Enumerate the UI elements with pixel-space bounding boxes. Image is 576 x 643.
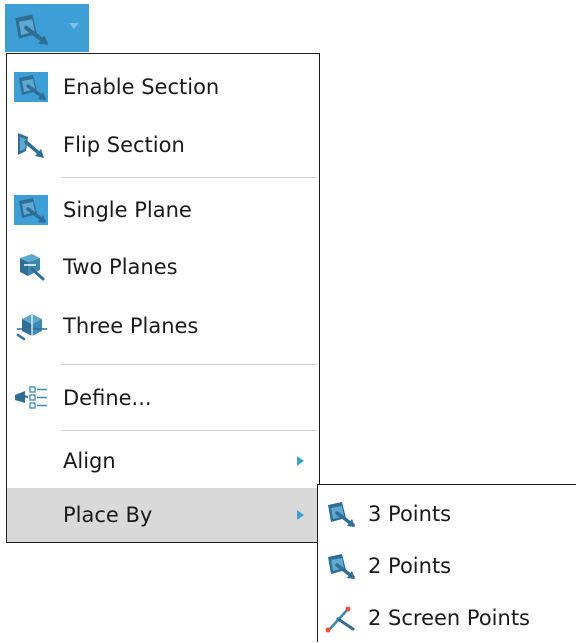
- submenu-item-label: 3 Points: [368, 502, 452, 526]
- menu-separator: [62, 177, 317, 178]
- two-planes-icon: [20, 254, 45, 281]
- menu-separator: [62, 430, 317, 431]
- menu-item-label: Enable Section: [63, 75, 220, 99]
- menu-item-label: Place By: [63, 503, 153, 527]
- submenu-arrow-icon: [297, 456, 304, 466]
- menu-item-label: Single Plane: [63, 198, 192, 222]
- submenu-arrow-icon: [297, 510, 304, 520]
- submenu-item-2-screen-points[interactable]: 2 Screen Points: [318, 593, 576, 643]
- menu-separator: [62, 364, 317, 365]
- menu-item-two-planes[interactable]: Two Planes: [7, 238, 319, 296]
- menu-item-label: Align: [63, 449, 116, 473]
- submenu-item-label: 2 Screen Points: [368, 606, 530, 630]
- menu-item-place-by[interactable]: Place By: [7, 488, 319, 542]
- two-points-icon: [326, 552, 357, 581]
- menu-item-three-planes[interactable]: Three Planes: [7, 296, 319, 358]
- section-plane-icon: [11, 12, 51, 46]
- menu-item-define[interactable]: Define...: [7, 367, 319, 429]
- menu-item-single-plane[interactable]: Single Plane: [7, 180, 319, 238]
- define-icon: [15, 386, 47, 409]
- menu-item-label: Three Planes: [63, 314, 199, 338]
- submenu-item-3-points[interactable]: 3 Points: [318, 489, 576, 539]
- menu-item-label: Flip Section: [63, 133, 185, 157]
- submenu-item-2-points[interactable]: 2 Points: [318, 541, 576, 591]
- submenu-item-label: 2 Points: [368, 554, 452, 578]
- enable-section-icon: [14, 72, 48, 102]
- place-by-submenu: 3 Points 2 Points 2 Screen Points: [317, 484, 576, 642]
- three-points-icon: [326, 500, 357, 529]
- menu-item-align[interactable]: Align: [7, 434, 319, 488]
- menu-item-flip-section[interactable]: Flip Section: [7, 118, 319, 174]
- two-screen-points-icon: [325, 606, 355, 633]
- three-planes-icon: [16, 312, 47, 341]
- menu-item-enable-section[interactable]: Enable Section: [7, 56, 319, 118]
- single-plane-icon: [14, 195, 48, 225]
- section-menu: Enable Section Flip Section Single Plane…: [6, 53, 320, 543]
- dropdown-arrow-icon[interactable]: [69, 22, 79, 30]
- section-toolbar-button[interactable]: [5, 4, 89, 52]
- menu-item-label: Two Planes: [63, 255, 178, 279]
- menu-item-label: Define...: [63, 386, 152, 410]
- flip-section-icon: [18, 133, 44, 158]
